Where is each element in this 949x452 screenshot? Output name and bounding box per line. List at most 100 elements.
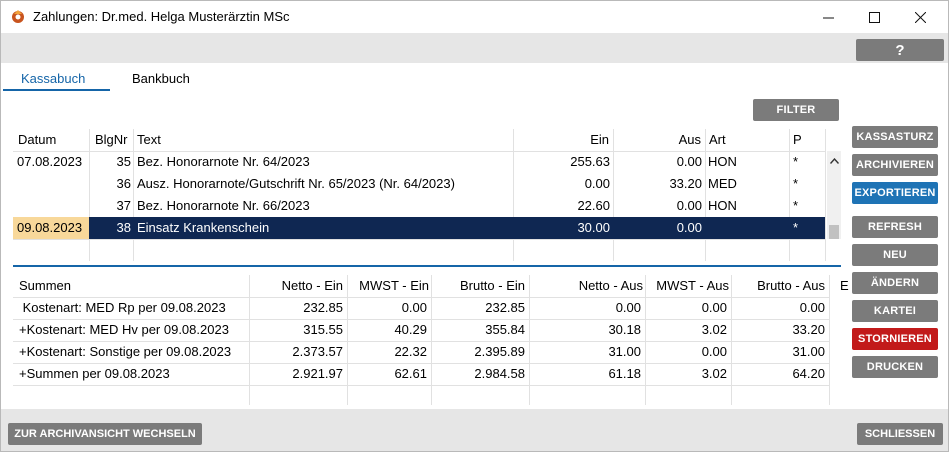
minimize-icon [822,17,834,18]
kassabuch-table: Datum BlgNr Text Ein Aus Art P 07.08.202… [13,129,841,263]
cell-blgnr: 35 [116,154,131,169]
exportieren-button[interactable]: EXPORTIEREN [852,182,938,204]
cell-blgnr: 36 [116,176,131,191]
stornieren-button[interactable]: STORNIEREN [852,328,938,350]
refresh-button[interactable]: REFRESH [852,216,938,238]
cell-text: Einsatz Krankenschein [137,220,270,235]
cell-netto-aus: 30.18 [608,322,641,337]
table-row[interactable]: 36 Ausz. Honorarnote/Gutschrift Nr. 65/2… [13,173,825,195]
cell-aus: 0.00 [676,154,702,169]
table-row[interactable]: +Kostenart: Sonstige per 09.08.2023 2.37… [13,341,829,363]
cell-mwst-aus: 3.02 [701,366,727,381]
cell-ein: 255.63 [570,154,610,169]
grid-line [825,129,826,261]
grid-line [13,239,825,240]
kassabuch-scrollbar[interactable] [827,151,841,239]
column-header-ein[interactable]: Ein [513,129,609,151]
chevron-up-icon[interactable] [827,155,841,167]
summen-table: Summen Netto - Ein MWST - Ein Brutto - E… [13,275,849,405]
cell-mwst-ein: 0.00 [401,300,427,315]
cell-netto-ein: 2.921.97 [292,366,343,381]
column-header-mwst-aus[interactable]: MWST - Aus [649,275,729,297]
section-separator [13,265,841,267]
column-header-summen[interactable]: Summen [19,275,71,297]
tab-strip: Kassabuch Bankbuch [1,63,948,95]
minimize-button[interactable] [805,1,851,33]
cell-p: * [793,220,799,235]
close-icon [914,11,926,23]
cell-blgnr: 37 [116,198,131,213]
table-row[interactable]: Kostenart: MED Rp per 09.08.2023 232.85 … [13,297,829,319]
kassasturz-button[interactable]: KASSASTURZ [852,126,938,148]
cell-brutto-ein: 355.84 [485,322,525,337]
cell-mwst-aus: 0.00 [701,344,727,359]
cell-summen-label: +Summen per 09.08.2023 [19,366,170,381]
cell-ein: 0.00 [584,176,610,191]
cell-mwst-aus: 3.02 [701,322,727,337]
aendern-button[interactable]: ÄNDERN [852,272,938,294]
column-header-text[interactable]: Text [137,129,161,151]
cell-mwst-ein: 62.61 [394,366,427,381]
cell-mwst-ein: 22.32 [394,344,427,359]
cell-text: Bez. Honorarnote Nr. 66/2023 [137,198,310,213]
help-button[interactable]: ? [856,39,944,61]
cell-netto-aus: 0.00 [615,300,641,315]
app-logo-icon [12,10,24,23]
cell-brutto-ein: 232.85 [485,300,525,315]
cell-aus: 33.20 [669,176,702,191]
cell-netto-ein: 232.85 [303,300,343,315]
cell-brutto-ein: 2.395.89 [474,344,525,359]
table-row[interactable]: 37 Bez. Honorarnote Nr. 66/2023 22.60 0.… [13,195,825,217]
cell-art: HON [708,198,737,213]
cell-blgnr: 38 [116,220,131,235]
grid-line [829,275,830,405]
table-row[interactable]: +Summen per 09.08.2023 2.921.97 62.61 2.… [13,363,829,385]
column-header-p[interactable]: P [793,129,802,151]
column-header-mwst-ein[interactable]: MWST - Ein [349,275,429,297]
column-header-extra[interactable]: E [840,275,849,297]
column-header-brutto-ein[interactable]: Brutto - Ein [433,275,525,297]
active-tab-indicator [3,89,110,91]
cell-brutto-aus: 33.20 [792,322,825,337]
cell-netto-aus: 31.00 [608,344,641,359]
column-header-blgnr[interactable]: BlgNr [95,129,128,151]
table-row-selected[interactable]: 09.08.2023 38 Einsatz Krankenschein 30.0… [13,217,825,239]
cell-brutto-aus: 0.00 [799,300,825,315]
archivieren-button[interactable]: ARCHIVIEREN [852,154,938,176]
cell-summen-label: +Kostenart: MED Hv per 09.08.2023 [19,322,229,337]
cell-art: MED [708,176,737,191]
column-header-brutto-aus[interactable]: Brutto - Aus [733,275,825,297]
cell-netto-ein: 2.373.57 [292,344,343,359]
column-header-netto-aus[interactable]: Netto - Aus [533,275,643,297]
tab-kassabuch[interactable]: Kassabuch [21,71,85,86]
close-window-button[interactable] [897,1,943,33]
cell-summen-label: +Kostenart: Sonstige per 09.08.2023 [19,344,232,359]
table-row[interactable]: +Kostenart: MED Hv per 09.08.2023 315.55… [13,319,829,341]
cell-p: * [793,154,799,169]
cell-ein: 30.00 [577,220,610,235]
cell-netto-aus: 61.18 [608,366,641,381]
neu-button[interactable]: NEU [852,244,938,266]
cell-mwst-aus: 0.00 [701,300,727,315]
maximize-button[interactable] [851,1,897,33]
kartei-button[interactable]: KARTEI [852,300,938,322]
column-header-aus[interactable]: Aus [613,129,701,151]
cell-p: * [793,176,799,191]
cell-brutto-aus: 64.20 [792,366,825,381]
archive-view-button[interactable]: ZUR ARCHIVANSICHT WECHSELN [8,423,202,445]
column-header-netto-ein[interactable]: Netto - Ein [253,275,343,297]
drucken-button[interactable]: DRUCKEN [852,356,938,378]
tab-bankbuch[interactable]: Bankbuch [132,71,190,86]
grid-line [13,385,829,386]
cell-aus: 0.00 [676,220,702,235]
cell-mwst-ein: 40.29 [394,322,427,337]
filter-button[interactable]: FILTER [753,99,839,121]
scrollbar-thumb[interactable] [829,225,839,239]
close-button[interactable]: SCHLIESSEN [857,423,943,445]
title-bar: Zahlungen: Dr.med. Helga Musterärztin MS… [1,1,948,33]
cell-ein: 22.60 [577,198,610,213]
cell-text: Bez. Honorarnote Nr. 64/2023 [137,154,310,169]
column-header-datum[interactable]: Datum [18,129,56,151]
column-header-art[interactable]: Art [709,129,726,151]
table-row[interactable]: 07.08.2023 35 Bez. Honorarnote Nr. 64/20… [13,151,825,173]
